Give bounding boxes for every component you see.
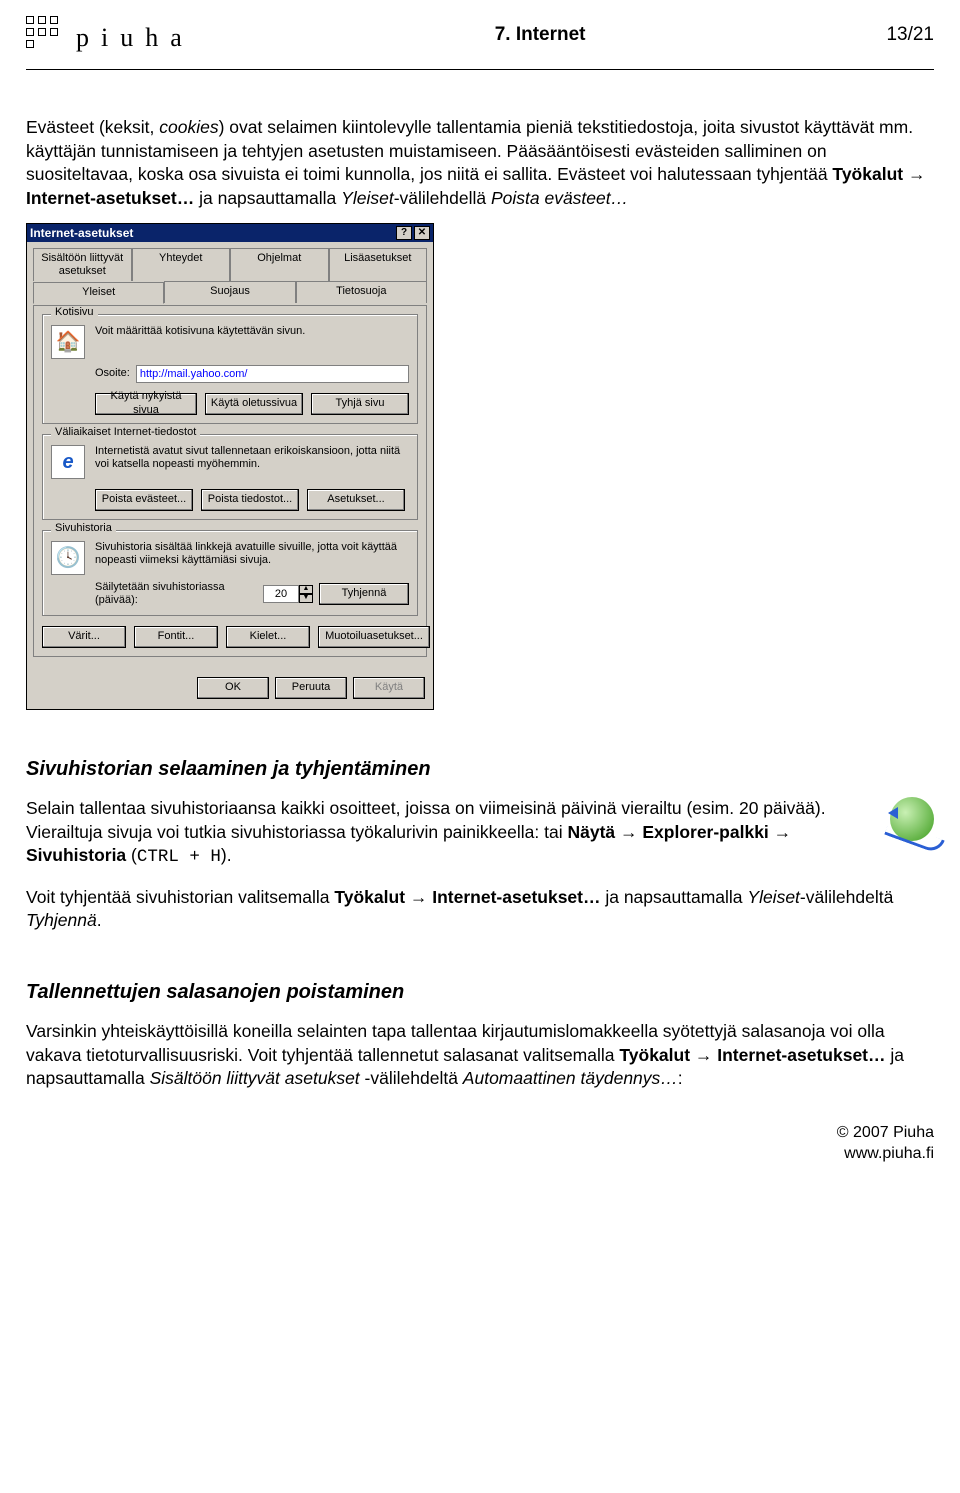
clear-history-button[interactable]: Tyhjennä <box>319 583 409 605</box>
settings-button[interactable]: Asetukset... <box>307 489 405 511</box>
ie-icon: e <box>51 445 85 479</box>
ok-button[interactable]: OK <box>197 677 269 699</box>
text: ( <box>126 845 137 865</box>
history-paragraph-2: Voit tyhjentää sivuhistorian valitsemall… <box>26 886 934 933</box>
titlebar: Internet-asetukset ? ✕ <box>27 224 433 242</box>
group-legend: Väliaikaiset Internet-tiedostot <box>51 426 200 439</box>
address-label: Osoite: <box>95 367 130 380</box>
group-desc: Sivuhistoria sisältää linkkejä avatuille… <box>95 541 409 567</box>
history-days-label: Säilytetään sivuhistoriassa (päivää): <box>95 581 257 607</box>
text: : <box>678 1068 683 1088</box>
text: ja napsauttamalla <box>194 188 341 208</box>
tab-strip: Sisältöön liittyvät asetukset Yhteydet O… <box>33 248 427 303</box>
days-input[interactable] <box>263 585 299 603</box>
text: -välilehdeltä <box>360 1068 463 1088</box>
group-tempfiles: Väliaikaiset Internet-tiedostot e Intern… <box>42 434 418 520</box>
text-italic: Poista evästeet… <box>491 188 628 208</box>
cancel-button[interactable]: Peruuta <box>275 677 347 699</box>
text: -välilehdeltä <box>800 887 893 907</box>
text: -välilehdellä <box>394 188 491 208</box>
tab-general[interactable]: Yleiset <box>33 282 164 303</box>
text-italic: Automaattinen täydennys… <box>463 1068 678 1088</box>
text: ja napsauttamalla <box>600 887 747 907</box>
history-toolbar-icon <box>890 797 934 841</box>
languages-button[interactable]: Kielet... <box>226 626 310 648</box>
group-desc: Voit määrittää kotisivuna käytettävän si… <box>95 325 409 338</box>
internet-options-dialog: Internet-asetukset ? ✕ Sisältöön liittyv… <box>26 223 434 710</box>
text-italic: Yleiset <box>341 188 394 208</box>
history-paragraph-1: Selain tallentaa sivuhistoriaansa kaikki… <box>26 797 876 870</box>
section-heading-history: Sivuhistorian selaaminen ja tyhjentämine… <box>26 756 934 783</box>
use-current-button[interactable]: Käytä nykyistä sivua <box>95 393 197 415</box>
spin-down-icon[interactable]: ▼ <box>299 594 313 603</box>
text-italic: cookies <box>159 117 218 137</box>
divider <box>26 69 934 70</box>
text: Evästeet (keksit, <box>26 117 159 137</box>
use-blank-button[interactable]: Tyhjä sivu <box>311 393 409 415</box>
tab-programs[interactable]: Ohjelmat <box>230 248 329 281</box>
fonts-button[interactable]: Fontit... <box>134 626 218 648</box>
section-heading-passwords: Tallennettujen salasanojen poistaminen <box>26 979 934 1006</box>
footer-copyright: © 2007 Piuha <box>837 1122 934 1144</box>
logo: piuha <box>26 16 194 55</box>
spin-up-icon[interactable]: ▲ <box>299 585 313 594</box>
use-default-button[interactable]: Käytä oletussivua <box>205 393 303 415</box>
accessibility-button[interactable]: Muotoiluasetukset... <box>318 626 430 648</box>
group-legend: Sivuhistoria <box>51 522 116 535</box>
passwords-paragraph: Varsinkin yhteiskäyttöisillä koneilla se… <box>26 1020 934 1091</box>
shortcut-text: CTRL + H <box>137 847 221 867</box>
tab-security[interactable]: Suojaus <box>164 281 295 302</box>
group-history: Sivuhistoria 🕓 Sivuhistoria sisältää lin… <box>42 530 418 616</box>
logo-text: piuha <box>76 16 194 55</box>
footer: © 2007 Piuha www.piuha.fi <box>837 1122 934 1165</box>
dialog-title: Internet-asetukset <box>30 226 133 240</box>
group-homepage: Kotisivu 🏠 Voit määrittää kotisivuna käy… <box>42 314 418 424</box>
colors-button[interactable]: Värit... <box>42 626 126 648</box>
tab-advanced[interactable]: Lisäasetukset <box>329 248 428 281</box>
address-input[interactable] <box>136 365 409 383</box>
page-title: 7. Internet <box>495 16 586 48</box>
menu-path: Työkalut → Internet-asetukset… <box>334 887 600 907</box>
text: ). <box>221 845 232 865</box>
help-button[interactable]: ? <box>396 226 412 240</box>
close-button[interactable]: ✕ <box>414 226 430 240</box>
logo-icon <box>26 16 62 52</box>
tab-privacy[interactable]: Tietosuoja <box>296 281 427 302</box>
text-italic: Sisältöön liittyvät asetukset <box>150 1068 360 1088</box>
group-desc: Internetistä avatut sivut tallennetaan e… <box>95 445 409 471</box>
page-counter: 13/21 <box>886 16 934 48</box>
delete-files-button[interactable]: Poista tiedostot... <box>201 489 299 511</box>
home-icon: 🏠 <box>51 325 85 359</box>
tab-content[interactable]: Sisältöön liittyvät asetukset <box>33 248 132 281</box>
intro-paragraph: Evästeet (keksit, cookies) ovat selaimen… <box>26 116 934 211</box>
group-legend: Kotisivu <box>51 306 98 319</box>
footer-url: www.piuha.fi <box>837 1143 934 1165</box>
days-spinner[interactable]: ▲ ▼ <box>263 585 313 603</box>
tab-connections[interactable]: Yhteydet <box>132 248 231 281</box>
text-italic: Tyhjennä <box>26 910 97 930</box>
text: Voit tyhjentää sivuhistorian valitsemall… <box>26 887 334 907</box>
text-italic: Yleiset <box>747 887 800 907</box>
history-icon: 🕓 <box>51 541 85 575</box>
text: . <box>97 910 102 930</box>
apply-button[interactable]: Käytä <box>353 677 425 699</box>
delete-cookies-button[interactable]: Poista evästeet... <box>95 489 193 511</box>
menu-path: Työkalut → Internet-asetukset… <box>619 1045 885 1065</box>
